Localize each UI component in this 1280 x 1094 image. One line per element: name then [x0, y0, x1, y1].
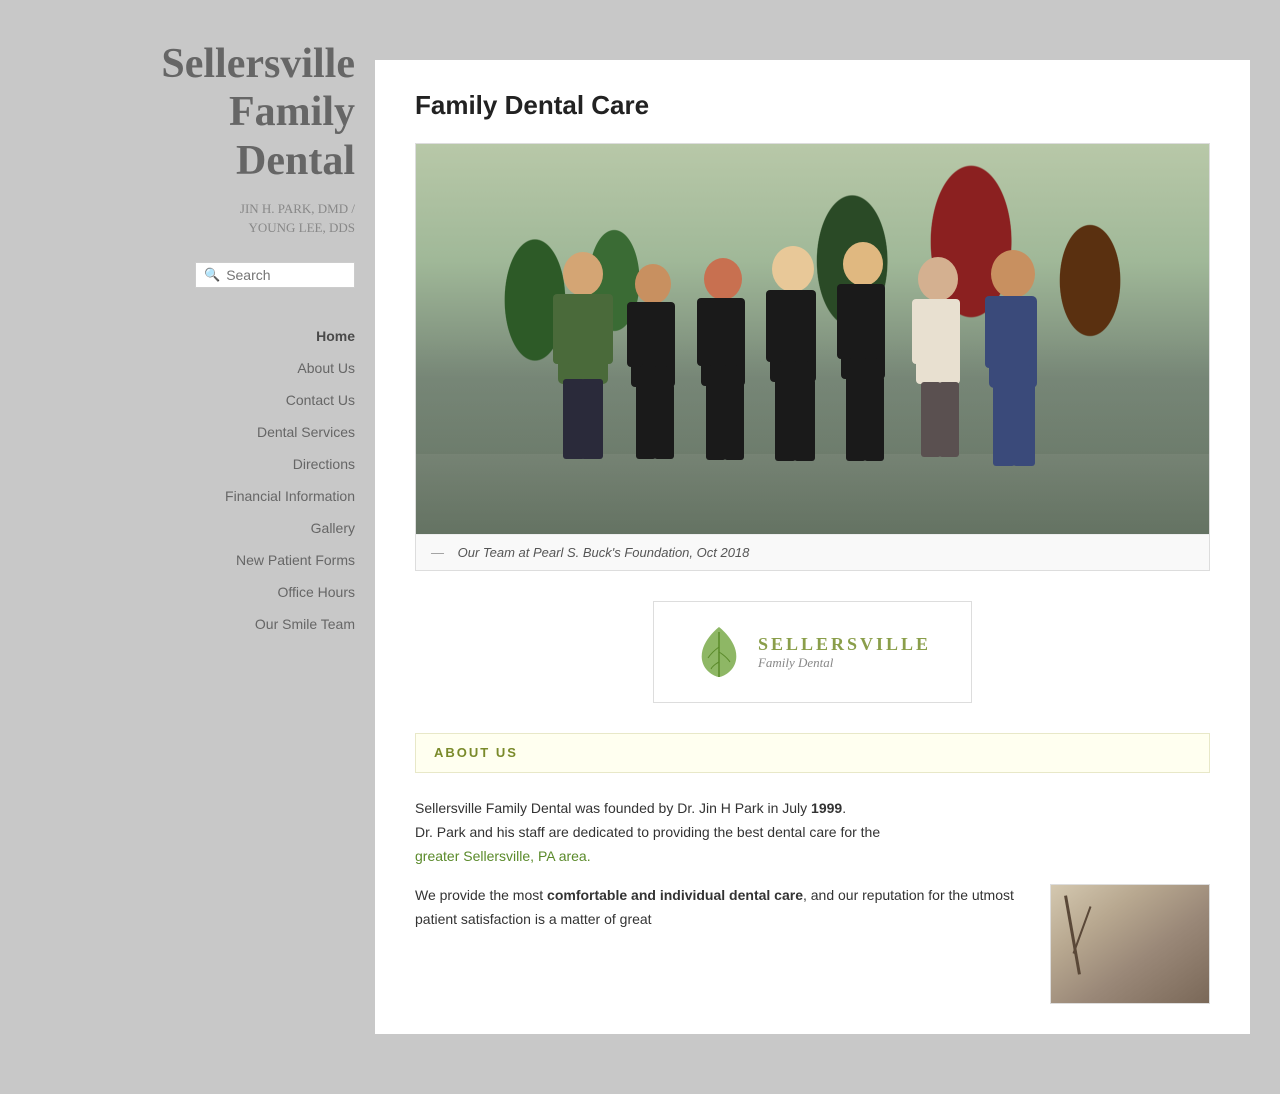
about-banner: ABOUT US: [415, 733, 1210, 773]
body-para2-bold: comfortable and individual dental care: [547, 887, 803, 903]
search-box[interactable]: 🔍: [195, 262, 355, 288]
body-paragraph-2: We provide the most comfortable and indi…: [415, 884, 1030, 932]
photo-caption: — Our Team at Pearl S. Buck's Foundation…: [416, 534, 1209, 570]
logo-text: SELLERSVILLE Family Dental: [758, 634, 931, 671]
body-para1-year: 1999: [811, 800, 842, 816]
nav-item-home[interactable]: Home: [20, 320, 355, 352]
site-subtitle: JIN H. PARK, DMD / YOUNG LEE, DDS: [240, 199, 355, 238]
body-para1-before: Sellersville Family Dental was founded b…: [415, 800, 811, 816]
logo-box: SELLERSVILLE Family Dental: [653, 601, 972, 703]
body-link[interactable]: greater Sellersville, PA area.: [415, 848, 591, 864]
logo-family-text: Family Dental: [758, 655, 833, 671]
logo-sellersville-text: SELLERSVILLE: [758, 634, 931, 655]
nav-menu: HomeAbout UsContact UsDental ServicesDir…: [20, 320, 355, 640]
caption-dash: —: [431, 545, 444, 560]
body-para2-before: We provide the most: [415, 887, 547, 903]
site-title-line3: Dental: [236, 138, 355, 184]
body-paragraph-1: Sellersville Family Dental was founded b…: [415, 797, 1210, 868]
logo-leaf-icon: [694, 622, 744, 682]
nav-item-our-smile-team[interactable]: Our Smile Team: [20, 608, 355, 640]
search-icon: 🔍: [204, 267, 220, 283]
caption-text: Our Team at Pearl S. Buck's Foundation, …: [458, 545, 750, 560]
team-photo-svg: [523, 214, 1103, 534]
team-photo-container: — Our Team at Pearl S. Buck's Foundation…: [415, 143, 1210, 571]
branch-image: [1051, 885, 1209, 1003]
site-title-line1: Sellersville: [161, 41, 355, 87]
main-content: Family Dental Care: [375, 60, 1250, 1034]
nav-item-gallery[interactable]: Gallery: [20, 512, 355, 544]
search-input[interactable]: [226, 267, 346, 283]
nav-item-financial-information[interactable]: Financial Information: [20, 480, 355, 512]
subtitle-line1: JIN H. PARK, DMD /: [240, 201, 355, 216]
logo-container: SELLERSVILLE Family Dental: [415, 601, 1210, 703]
nav-item-about-us[interactable]: About Us: [20, 352, 355, 384]
body-text: Sellersville Family Dental was founded b…: [415, 797, 1210, 1004]
para2-container: We provide the most comfortable and indi…: [415, 884, 1210, 1004]
site-title-line2: Family: [229, 89, 355, 135]
sidebar: Sellersville Family Dental JIN H. PARK, …: [0, 0, 375, 1094]
body-para1-after: Dr. Park and his staff are dedicated to …: [415, 824, 880, 840]
nav-item-directions[interactable]: Directions: [20, 448, 355, 480]
nav-item-new-patient-forms[interactable]: New Patient Forms: [20, 544, 355, 576]
team-photo: [416, 144, 1209, 534]
page-title: Family Dental Care: [415, 90, 1210, 121]
para2-image: [1050, 884, 1210, 1004]
about-banner-text: ABOUT US: [434, 745, 518, 760]
nav-item-dental-services[interactable]: Dental Services: [20, 416, 355, 448]
nav-item-contact-us[interactable]: Contact Us: [20, 384, 355, 416]
nav-item-office-hours[interactable]: Office Hours: [20, 576, 355, 608]
subtitle-line2: YOUNG LEE, DDS: [248, 220, 355, 235]
site-title: Sellersville Family Dental: [161, 40, 355, 185]
